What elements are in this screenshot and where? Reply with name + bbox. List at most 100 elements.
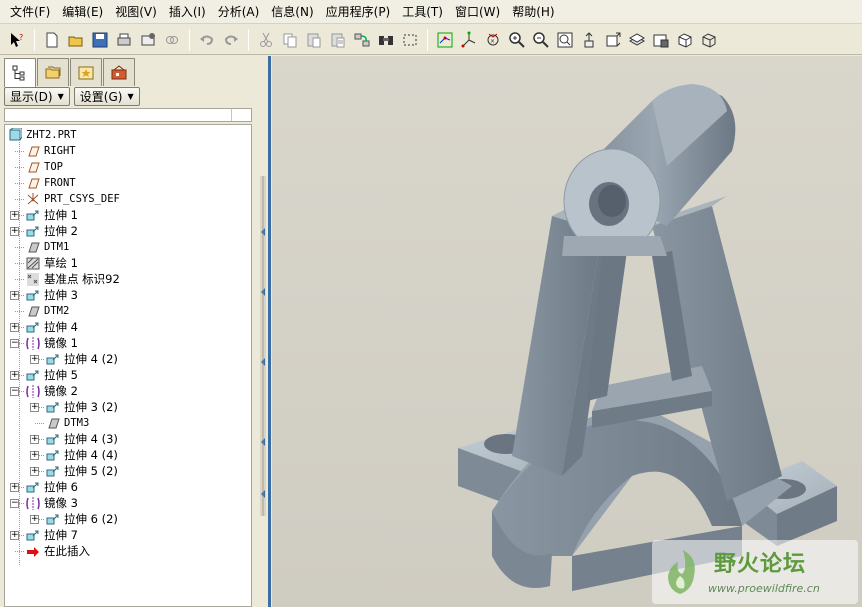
chevron-down-icon: ▼: [57, 92, 64, 101]
expand-icon[interactable]: +: [30, 435, 39, 444]
paste-special-button[interactable]: [327, 29, 349, 51]
tree-item[interactable]: 拉伸 4 (3): [45, 431, 118, 447]
collapse-icon[interactable]: −: [10, 499, 19, 508]
part-icon: [7, 128, 23, 142]
menu-item-9[interactable]: 帮助(H): [506, 2, 560, 22]
expand-icon[interactable]: +: [30, 515, 39, 524]
print-button[interactable]: [113, 29, 135, 51]
view-manager-button[interactable]: [650, 29, 672, 51]
undo-button[interactable]: [196, 29, 218, 51]
tree-item[interactable]: 拉伸 4 (4): [45, 447, 118, 463]
find-icon: [379, 35, 393, 45]
menu-item-0[interactable]: 文件(F): [4, 2, 56, 22]
tree-root-item[interactable]: ZHT2.PRT: [7, 127, 77, 143]
open-button[interactable]: [65, 29, 87, 51]
tree-item[interactable]: 镜像 3: [25, 495, 78, 511]
orient-button[interactable]: [578, 29, 600, 51]
collapse-icon[interactable]: −: [10, 387, 19, 396]
tab-connections[interactable]: [103, 58, 135, 86]
saved-views-button[interactable]: [602, 29, 624, 51]
refit-button[interactable]: ×: [482, 29, 504, 51]
tree-item[interactable]: TOP: [25, 159, 63, 175]
zoom-in-button[interactable]: [506, 29, 528, 51]
cut-button[interactable]: [255, 29, 277, 51]
send-button[interactable]: [137, 29, 159, 51]
zoom-out-icon: [533, 31, 549, 48]
display-style-button[interactable]: [674, 29, 696, 51]
zoom-fit-button[interactable]: [554, 29, 576, 51]
tree-header-column[interactable]: [231, 109, 251, 121]
menu-item-7[interactable]: 工具(T): [396, 2, 449, 22]
spin-center-button[interactable]: [434, 29, 456, 51]
toolbar-separator: [427, 28, 428, 51]
expand-icon[interactable]: +: [30, 403, 39, 412]
bracket-model[interactable]: [272, 56, 862, 607]
wireframe-button[interactable]: [698, 29, 720, 51]
tree-item[interactable]: 拉伸 1: [25, 207, 78, 223]
redo-button[interactable]: [220, 29, 242, 51]
new-button[interactable]: [41, 29, 63, 51]
menu-item-3[interactable]: 插入(I): [163, 2, 212, 22]
copy-button[interactable]: [279, 29, 301, 51]
select-box-button[interactable]: [399, 29, 421, 51]
expand-icon[interactable]: +: [10, 227, 19, 236]
tree-item[interactable]: DTM3: [45, 415, 89, 431]
tree-item[interactable]: PRT_CSYS_DEF: [25, 191, 120, 207]
whats-this-button[interactable]: ?: [6, 29, 28, 51]
expand-icon[interactable]: +: [10, 531, 19, 540]
tree-item[interactable]: 拉伸 6 (2): [45, 511, 118, 527]
link-button[interactable]: [161, 29, 183, 51]
tree-item-label: 拉伸 4 (4): [64, 448, 118, 462]
tab-favorites[interactable]: [70, 58, 102, 86]
tree-item-label: 拉伸 1: [44, 208, 78, 222]
tree-item[interactable]: 拉伸 3: [25, 287, 78, 303]
save-button[interactable]: [89, 29, 111, 51]
tree-item[interactable]: FRONT: [25, 175, 76, 191]
tree-item[interactable]: 草绘 1: [25, 255, 78, 271]
tree-item[interactable]: 基准点 标识92: [25, 271, 120, 287]
tab-model-tree[interactable]: [4, 58, 36, 87]
tree-item[interactable]: 拉伸 5: [25, 367, 78, 383]
settings-dropdown-button[interactable]: 设置(G) ▼: [73, 87, 140, 106]
menu-item-1[interactable]: 编辑(E): [56, 2, 109, 22]
expand-icon[interactable]: +: [30, 355, 39, 364]
menu-item-2[interactable]: 视图(V): [109, 2, 163, 22]
expand-icon[interactable]: +: [10, 483, 19, 492]
expand-icon[interactable]: +: [30, 451, 39, 460]
collapse-icon[interactable]: −: [10, 339, 19, 348]
graphics-viewport[interactable]: [272, 56, 862, 607]
tree-item[interactable]: 拉伸 5 (2): [45, 463, 118, 479]
expand-icon[interactable]: +: [10, 291, 19, 300]
show-dropdown-button[interactable]: 显示(D) ▼: [4, 87, 70, 106]
tree-item[interactable]: 拉伸 4: [25, 319, 78, 335]
tree-item[interactable]: DTM2: [25, 303, 69, 319]
menu-item-8[interactable]: 窗口(W): [449, 2, 506, 22]
layers-button[interactable]: [626, 29, 648, 51]
tree-item[interactable]: 拉伸 7: [25, 527, 78, 543]
tab-folder-browser[interactable]: [37, 58, 69, 86]
tree-item[interactable]: 镜像 1: [25, 335, 78, 351]
extrude-icon: [25, 368, 41, 382]
paste-button[interactable]: [303, 29, 325, 51]
tree-item[interactable]: RIGHT: [25, 143, 76, 159]
regenerate-button[interactable]: [351, 29, 373, 51]
csys-button[interactable]: [458, 29, 480, 51]
tree-item[interactable]: 镜像 2: [25, 383, 78, 399]
tree-item[interactable]: 拉伸 6: [25, 479, 78, 495]
expand-icon[interactable]: +: [10, 323, 19, 332]
find-button[interactable]: [375, 29, 397, 51]
model-tree[interactable]: ZHT2.PRT RIGHT TOP FRONT PRT_CSYS_DEF + 拉伸 1 +…: [4, 124, 252, 607]
tree-item[interactable]: DTM1: [25, 239, 69, 255]
zoom-out-button[interactable]: [530, 29, 552, 51]
menu-item-6[interactable]: 应用程序(P): [320, 2, 397, 22]
menu-item-4[interactable]: 分析(A): [212, 2, 266, 22]
expand-icon[interactable]: +: [10, 371, 19, 380]
tree-item[interactable]: 拉伸 3 (2): [45, 399, 118, 415]
panel-splitter[interactable]: [256, 56, 272, 607]
menu-item-5[interactable]: 信息(N): [265, 2, 319, 22]
expand-icon[interactable]: +: [30, 467, 39, 476]
tree-item[interactable]: 拉伸 4 (2): [45, 351, 118, 367]
expand-icon[interactable]: +: [10, 211, 19, 220]
tree-item[interactable]: 拉伸 2: [25, 223, 78, 239]
tree-item[interactable]: 在此插入: [25, 543, 90, 559]
